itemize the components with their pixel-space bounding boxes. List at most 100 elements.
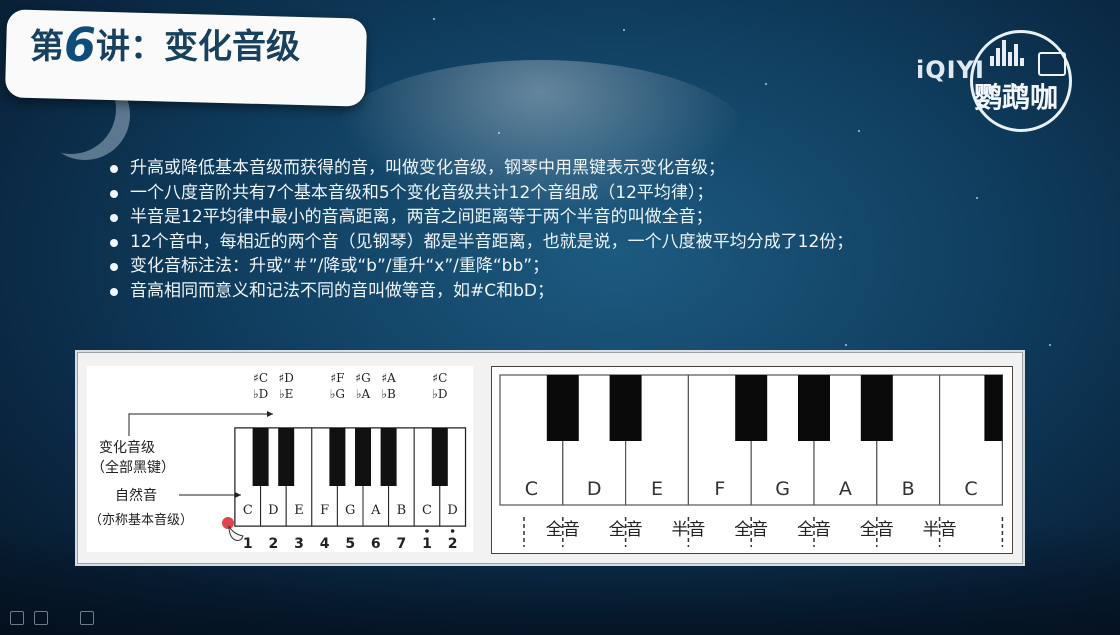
sharp-label: ♯D <box>278 371 293 385</box>
label-natural-notes-sub: （亦称基本音级） <box>89 512 193 528</box>
bullet-list: 升高或降低基本音级而获得的音，叫做变化音级，钢琴中用黑键表示变化音级； 一个八度音… <box>108 156 1068 304</box>
flat-label: ♭G <box>330 387 345 401</box>
camera-icon <box>1038 52 1066 76</box>
interval-label: 全音 <box>546 520 580 540</box>
black-key <box>252 428 269 486</box>
circle-bullet-icon <box>110 263 118 272</box>
star-decoration <box>765 83 767 85</box>
sharp-label: ♯G <box>355 371 370 385</box>
star-decoration <box>858 130 860 132</box>
flat-label: ♭B <box>381 387 396 401</box>
white-key-label: G <box>345 503 355 518</box>
bullet-text: 变化音标注法：升或“＃”/降或“b”/重升“x”/重降“bb”； <box>130 256 550 277</box>
channel-logo: iQIYI 鹦鹉咖 <box>912 24 1092 134</box>
black-key <box>278 428 295 486</box>
label-altered-notes-sub: （全部黑键） <box>91 459 175 476</box>
circle-bullet-icon <box>110 165 118 173</box>
bullet-text: 升高或降低基本音级而获得的音，叫做变化音级，钢琴中用黑键表示变化音级； <box>130 158 725 178</box>
white-key-label: A <box>370 503 381 518</box>
bullet-item: 变化音标注法：升或“＃”/降或“b”/重升“x”/重降“bb”； <box>108 254 1068 279</box>
bullet-item: 升高或降低基本音级而获得的音，叫做变化音级，钢琴中用黑键表示变化音级； <box>108 156 1068 181</box>
black-key <box>431 428 448 486</box>
black-key <box>355 428 371 486</box>
interval-label: 全音 <box>797 520 831 540</box>
piano-figure: C D E F G A B C D ♯C ♭D ♯D ♭E ♯F ♭G ♯G ♭A ♯A ♭B ♯C ♭D 1 2 3 4 5 6 7… <box>75 350 1025 566</box>
white-key-label: F <box>714 478 725 500</box>
flat-label: ♭A <box>356 387 371 401</box>
circle-bullet-icon <box>110 189 118 198</box>
scale-degree-number: 4 <box>320 536 330 552</box>
eraser-icon[interactable] <box>80 611 94 625</box>
white-key-label: B <box>902 478 915 500</box>
white-key-label: B <box>397 503 407 518</box>
black-key <box>380 428 397 486</box>
slide-canvas: 第6讲：变化音级 iQIYI 鹦鹉咖 升高或降低基本音级而获得的音，叫做变化音级… <box>0 0 1120 635</box>
interval-label: 半音 <box>923 520 957 540</box>
white-key-label: E <box>294 503 304 518</box>
bullet-item: 一个八度音阶共有7个基本音级和5个变化音级共计12个音组成（12平均律）； <box>108 181 1068 206</box>
interval-label: 全音 <box>609 520 643 540</box>
interval-label: 半音 <box>671 520 705 540</box>
star-decoration <box>498 132 500 134</box>
black-key <box>860 375 893 441</box>
pointer-hand-icon[interactable] <box>10 611 24 625</box>
black-key <box>609 375 642 441</box>
flat-label: ♭D <box>253 387 268 401</box>
flat-label: ♭E <box>279 387 293 401</box>
bullet-item: 半音是12平均律中最小的音高距离，两音之间距离等于两个半音的叫做全音； <box>108 205 1068 230</box>
black-key <box>329 428 346 486</box>
brand-name: 鹦鹉咖 <box>974 81 1059 114</box>
bullet-text: 12个音中，每相近的两个音（见钢琴）都是半音距离，也就是说，一个八度被平均分成了… <box>130 231 854 252</box>
bullet-item: 12个音中，每相近的两个音（见钢琴）都是半音距离，也就是说，一个八度被平均分成了… <box>108 230 1068 255</box>
scale-degree-number: 5 <box>345 536 355 552</box>
sharp-label: ♯C <box>432 371 447 385</box>
black-key <box>546 375 579 441</box>
piano-diagram-left: C D E F G A B C D ♯C ♭D ♯D ♭E ♯F ♭G ♯G ♭A ♯A ♭B ♯C ♭D 1 2 3 4 5 6 7… <box>87 366 473 552</box>
bullet-item: 音高相同而意义和记法不同的音叫做等音，如#C和bD； <box>108 279 1068 304</box>
octave-dot-icon <box>450 529 455 533</box>
octave-dot-icon <box>425 529 429 533</box>
white-key-label: C <box>422 503 432 518</box>
sharp-label: ♯F <box>330 371 344 385</box>
star-decoration <box>623 29 625 31</box>
flat-label: ♭D <box>432 387 447 401</box>
interval-label: 全音 <box>860 520 894 540</box>
scale-degree-number: 3 <box>294 536 304 552</box>
scale-degree-number: 1 <box>422 536 432 552</box>
white-key-label: A <box>839 478 852 500</box>
circle-bullet-icon <box>110 287 118 296</box>
sharp-label: ♯C <box>253 371 268 385</box>
pointer-hand-icon <box>228 525 244 541</box>
black-key <box>735 375 768 441</box>
white-key-label: C <box>964 478 977 500</box>
interval-label: 全音 <box>734 520 768 540</box>
white-key-label: D <box>268 503 278 518</box>
piano-diagram-right: C D E F G A B C 全音 全音 半音 全音 全音 全音 半音 <box>491 366 1013 554</box>
pen-icon[interactable] <box>34 611 48 625</box>
black-key <box>798 375 830 441</box>
circle-bullet-icon <box>110 238 118 247</box>
scale-degree-number: 7 <box>397 536 407 552</box>
label-natural-notes: 自然音 <box>115 487 157 504</box>
left-piano-svg: C D E F G A B C D♯C♭D♯D♭E♯F♭G♯G♭A♯A♭B♯C♭D1 2 3 4 5 6 7… <box>89 371 467 552</box>
black-key <box>984 375 1003 441</box>
white-key-label: C <box>243 503 253 518</box>
circle-bullet-icon <box>110 214 118 223</box>
scale-degree-number: 2 <box>269 536 279 552</box>
slide-title: 第6讲：变化音级 <box>30 18 301 72</box>
scale-degree-number: 6 <box>371 536 381 552</box>
sharp-label: ♯A <box>381 371 396 385</box>
white-key-label: E <box>651 478 663 500</box>
pointer-dot-icon <box>222 517 234 529</box>
white-key-label: G <box>775 478 790 500</box>
presentation-toolbar <box>0 600 1120 635</box>
bullet-text: 音高相同而意义和记法不同的音叫做等音，如#C和bD； <box>130 280 554 301</box>
white-key-label: D <box>587 478 602 500</box>
star-decoration <box>433 18 435 20</box>
white-key-label: F <box>320 503 329 518</box>
bullet-text: 半音是12平均律中最小的音高距离，两音之间距离等于两个半音的叫做全音； <box>130 207 713 228</box>
arrow-head-icon <box>267 411 273 417</box>
scale-degree-number: 1 <box>243 536 253 552</box>
bullet-text: 一个八度音阶共有7个基本音级和5个变化音级共计12个音组成（12平均律）； <box>130 182 714 203</box>
right-piano-svg: C D E F G A B C 全音 全音 半音 全音 全音 全音 半音 <box>499 374 1004 547</box>
